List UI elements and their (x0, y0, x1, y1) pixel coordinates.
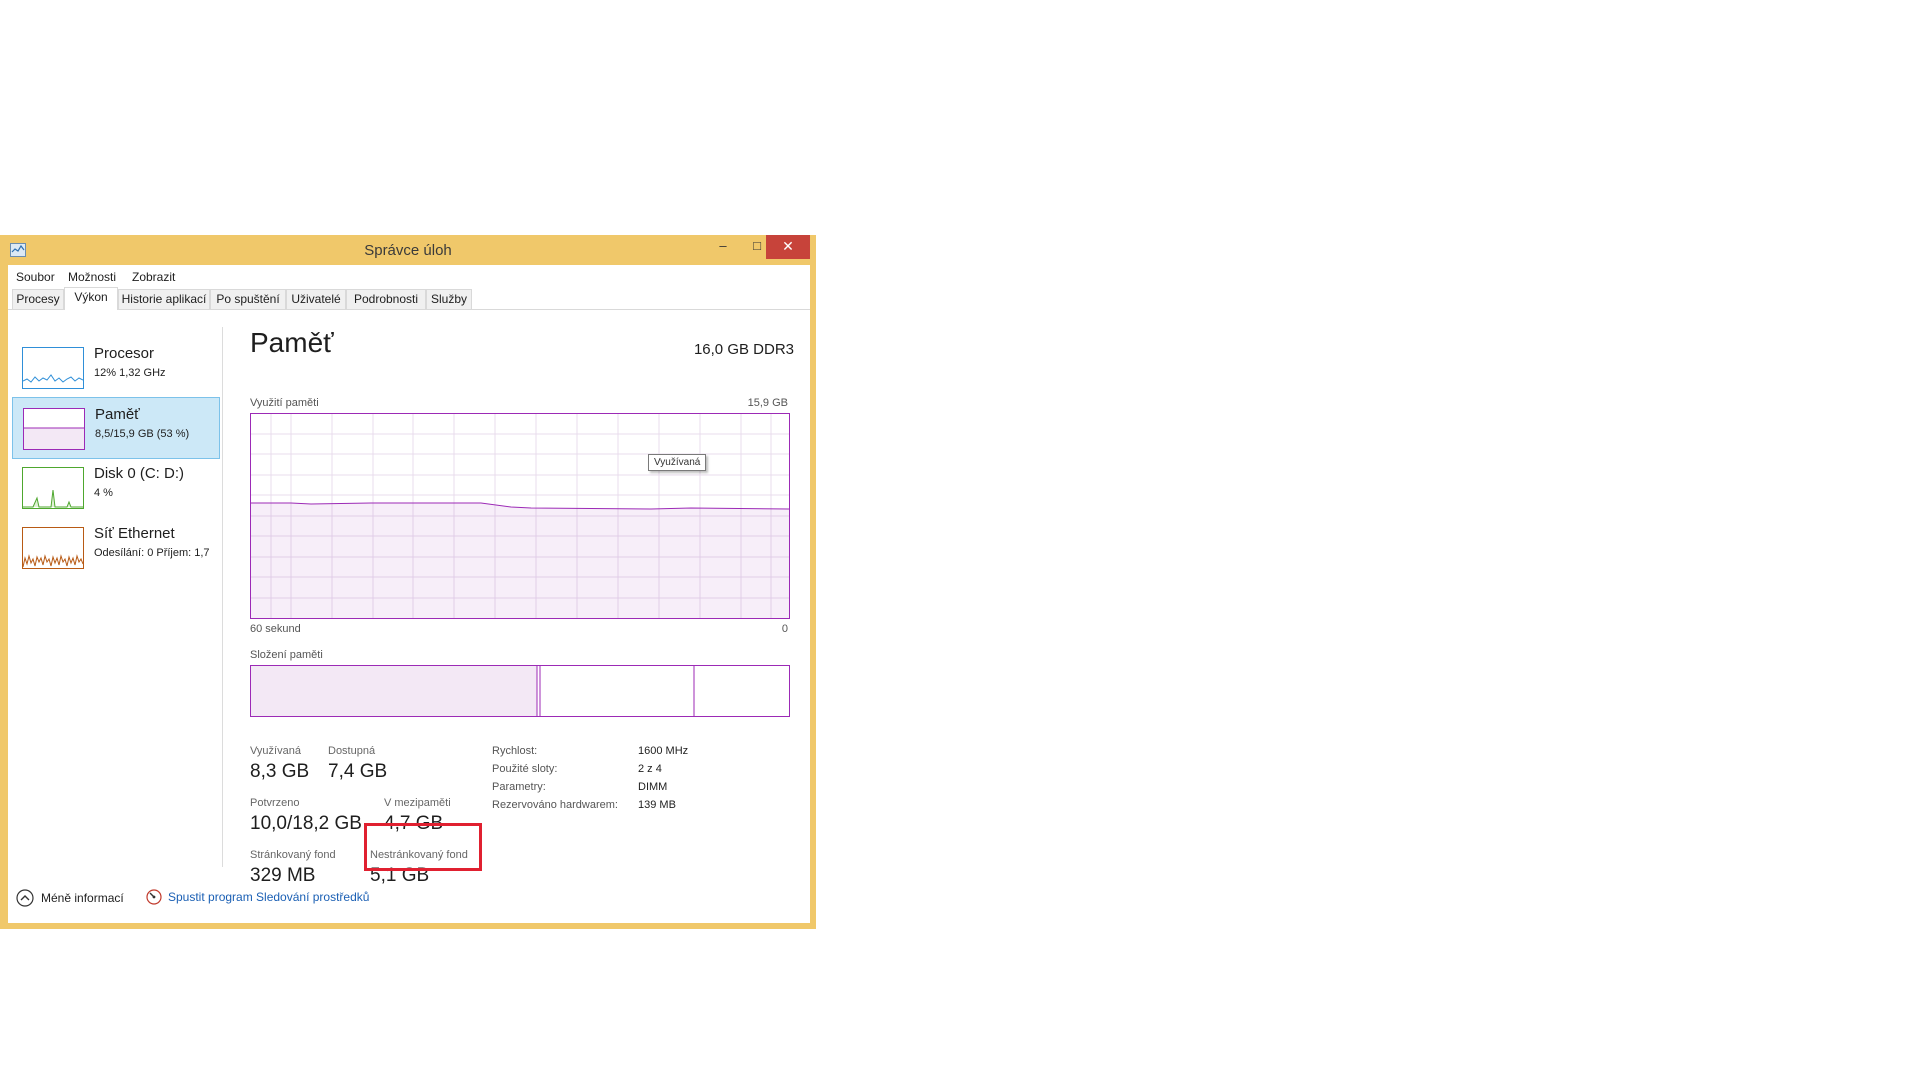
less-info-label: Méně informací (41, 891, 124, 905)
resource-monitor-icon (146, 889, 162, 905)
memory-usage-graph[interactable] (250, 413, 790, 619)
open-resource-monitor-label: Spustit program Sledování prostředků (168, 890, 370, 904)
stat-available-label: Dostupná (328, 745, 376, 757)
composition-label: Složení paměti (250, 649, 323, 661)
sidebar-item-pamet[interactable]: Paměť 8,5/15,9 GB (53 %) (12, 397, 220, 459)
stat-in-use-value: 8,3 GB (250, 761, 310, 782)
window-title: Správce úloh (364, 242, 452, 259)
tab-podrobnosti[interactable]: Podrobnosti (346, 289, 426, 309)
menu-zobrazit[interactable]: Zobrazit (132, 270, 175, 284)
detail-speed-value: 1600 MHz (638, 745, 689, 757)
highlight-box (364, 823, 482, 871)
detail-form-factor-value: DIMM (638, 781, 668, 793)
sidebar-item-sit[interactable]: Síť Ethernet Odesílání: 0 Příjem: 1,7 (12, 517, 220, 577)
cpu-thumbnail (22, 347, 84, 389)
sidebar-item-subtitle: 12% 1,32 GHz (94, 367, 166, 379)
sidebar-item-disk[interactable]: Disk 0 (C: D:) 4 % (12, 457, 220, 517)
time-axis-left: 60 sekund (250, 623, 301, 635)
detail-slots-value: 2 z 4 (638, 763, 662, 775)
stat-available-value: 7,4 GB (328, 761, 388, 782)
detail-reserved-value: 139 MB (638, 799, 676, 811)
detail-form-factor-label: Parametry: (492, 781, 546, 793)
tab-bar: Procesy Výkon Historie aplikací Po spušt… (8, 287, 810, 310)
stat-paged-pool-value: 329 MB (250, 865, 316, 886)
detail-speed-label: Rychlost: (492, 745, 538, 757)
memory-composition-bar[interactable] (250, 665, 790, 717)
memory-spec: 16,0 GB DDR3 (693, 341, 794, 358)
detail-reserved-label: Rezervováno hardwarem: (492, 799, 618, 811)
sidebar-item-subtitle: Odesílání: 0 Příjem: 1,7 (94, 547, 210, 559)
sidebar-item-procesor[interactable]: Procesor 12% 1,32 GHz (12, 337, 220, 397)
menu-bar: Soubor Možnosti Zobrazit (8, 265, 810, 287)
stat-cached-label: V mezipaměti (384, 797, 451, 809)
tab-historie-aplikaci[interactable]: Historie aplikací (118, 289, 210, 309)
usage-graph-max: 15,9 GB (747, 397, 788, 409)
tab-sluzby[interactable]: Služby (426, 289, 472, 309)
stat-committed-label: Potvrzeno (250, 797, 300, 809)
tab-procesy[interactable]: Procesy (12, 289, 64, 309)
stat-in-use-label: Využívaná (250, 745, 301, 757)
chevron-up-circle-icon (16, 889, 34, 907)
title-bar[interactable]: Správce úloh – □ ✕ (0, 235, 816, 265)
usage-graph-label: Využití paměti (250, 397, 319, 409)
stat-committed-value: 10,0/18,2 GB (250, 813, 362, 834)
open-resource-monitor-link[interactable]: Spustit program Sledování prostředků (146, 889, 369, 905)
sidebar-item-title: Paměť (95, 406, 140, 423)
graph-tooltip: Využívaná (648, 454, 707, 471)
network-thumbnail (22, 527, 84, 569)
time-axis-right: 0 (781, 623, 788, 635)
sidebar-item-title: Procesor (94, 345, 155, 362)
footer: Méně informací Spustit program Sledování… (8, 885, 810, 913)
memory-thumbnail (23, 408, 85, 450)
minimize-button[interactable]: – (706, 235, 740, 259)
disk-thumbnail (22, 467, 84, 509)
task-manager-window: Správce úloh – □ ✕ Soubor Možnosti Zobra… (0, 235, 816, 929)
window-client: Soubor Možnosti Zobrazit Procesy Výkon H… (8, 265, 810, 923)
tab-po-spusteni[interactable]: Po spuštění (210, 289, 286, 309)
sidebar-item-title: Disk 0 (C: D:) (94, 465, 184, 482)
less-info-button[interactable]: Méně informací (16, 889, 124, 907)
sidebar-item-title: Síť Ethernet (94, 525, 175, 542)
stat-paged-pool-label: Stránkovaný fond (250, 849, 336, 861)
close-button[interactable]: ✕ (766, 235, 810, 259)
sidebar-item-subtitle: 4 % (94, 487, 113, 499)
menu-moznosti[interactable]: Možnosti (68, 270, 116, 284)
tab-uzivatele[interactable]: Uživatelé (286, 289, 346, 309)
detail-slots-label: Použité sloty: (492, 763, 558, 775)
tab-vykon[interactable]: Výkon (64, 287, 118, 310)
sidebar-item-subtitle: 8,5/15,9 GB (53 %) (95, 428, 190, 440)
menu-soubor[interactable]: Soubor (16, 270, 55, 284)
resource-list: Procesor 12% 1,32 GHz Paměť 8,5/15,9 GB … (12, 327, 223, 867)
page-title: Paměť (250, 327, 334, 358)
